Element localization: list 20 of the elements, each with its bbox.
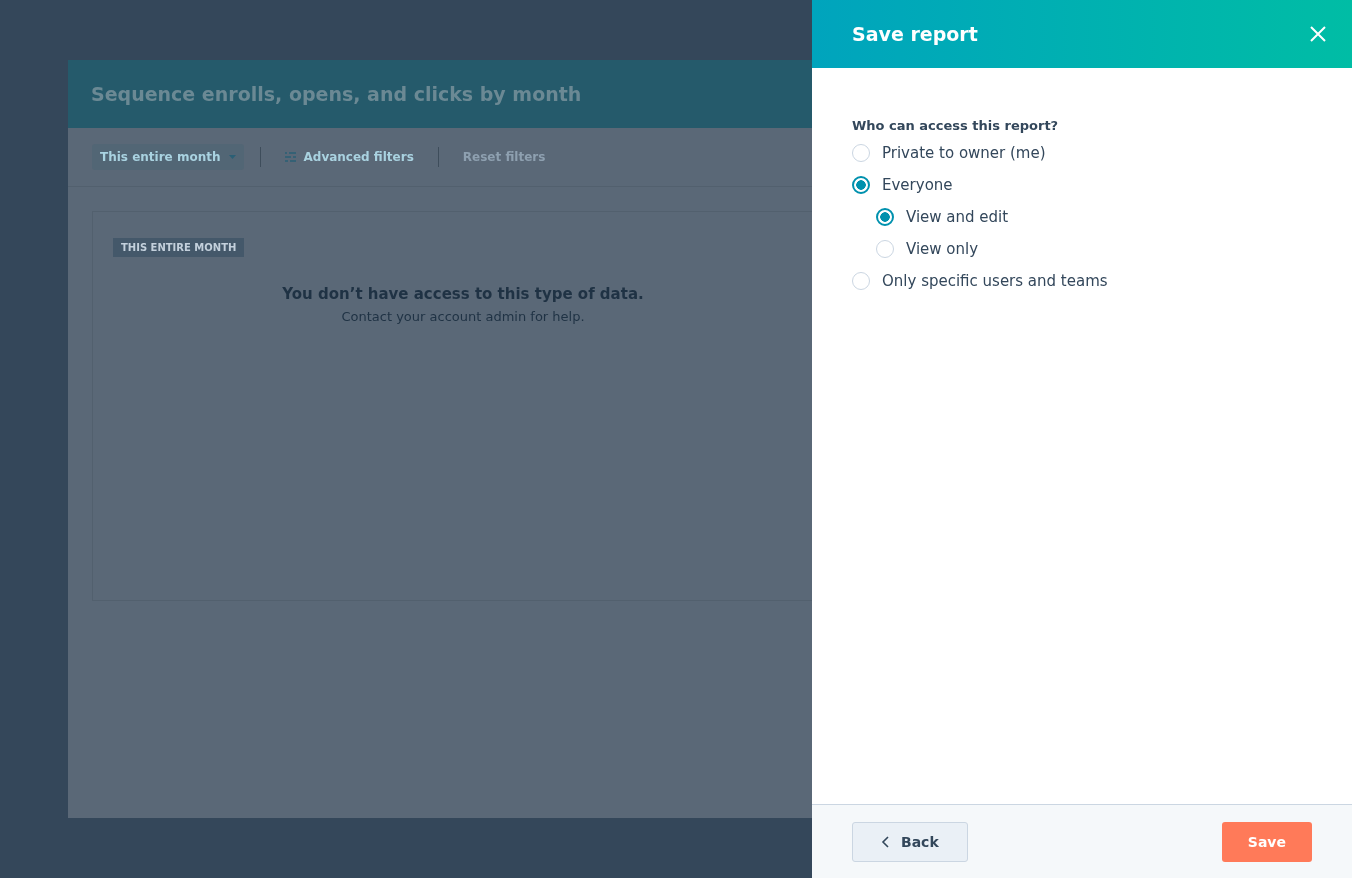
radio-button[interactable] xyxy=(876,208,894,226)
radio-button[interactable] xyxy=(852,176,870,194)
radio-option[interactable]: Only specific users and teams xyxy=(852,265,1108,297)
help-text: Contact your account admin for help. xyxy=(341,309,585,324)
close-button[interactable] xyxy=(1308,24,1328,44)
radio-option[interactable]: Everyone xyxy=(852,169,953,201)
date-range-dropdown[interactable]: This entire month xyxy=(92,144,244,170)
back-button[interactable]: Back xyxy=(852,821,968,862)
no-access-message: You don’t have access to this type of data. xyxy=(282,285,644,303)
date-range-tag: THIS ENTIRE MONTH xyxy=(113,238,245,257)
radio-option[interactable]: Private to owner (me) xyxy=(852,137,1046,169)
radio-option[interactable]: View and edit xyxy=(876,201,1009,233)
question-label: Who can access this report? xyxy=(852,118,1060,133)
radio-option[interactable]: View only xyxy=(876,233,979,265)
report-title: Sequence enrolls, opens, and clicks by month xyxy=(91,83,582,105)
chevron-left-icon xyxy=(881,835,889,848)
caret-icon xyxy=(228,155,236,159)
advanced-filters-button[interactable]: Advanced filters xyxy=(276,144,422,170)
filter-icon xyxy=(284,152,296,162)
panel-title: Save report xyxy=(852,23,978,45)
